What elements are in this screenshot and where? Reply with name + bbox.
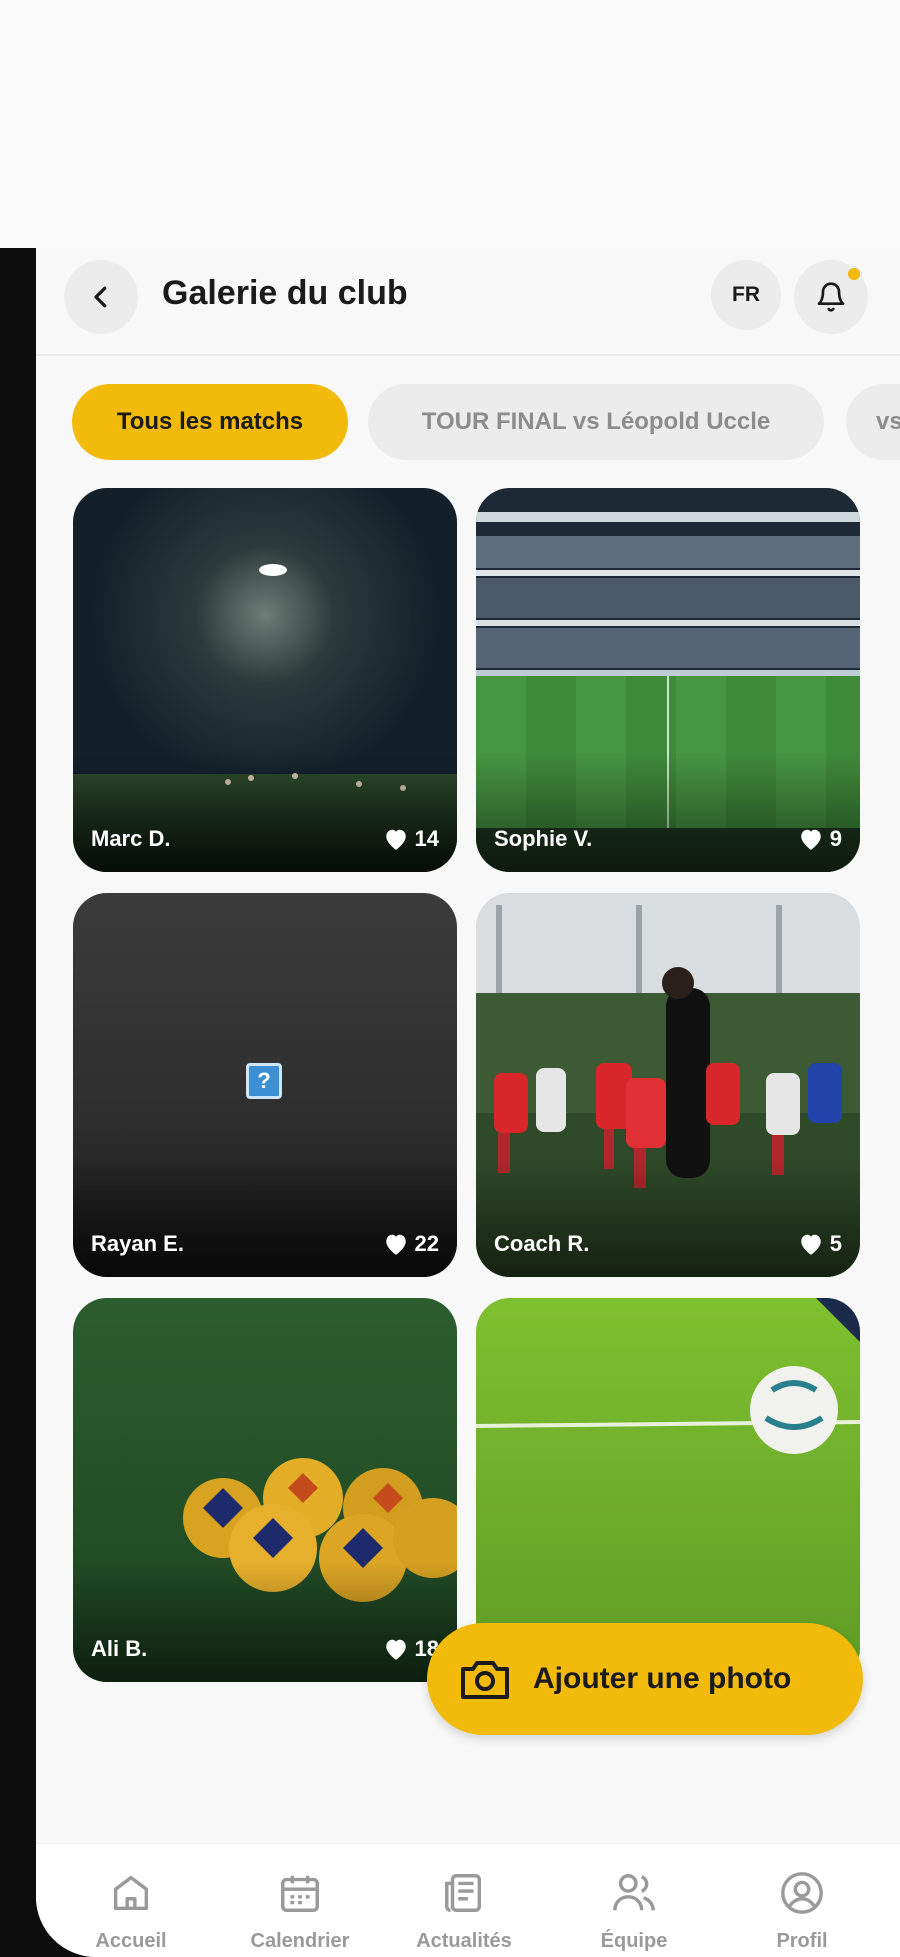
back-button[interactable] [64,260,138,334]
photo-likes[interactable]: 22 [383,1231,439,1257]
photo-card[interactable]: Ali B. 18 [73,1298,457,1682]
heart-icon [385,1234,406,1255]
language-label: FR [732,283,760,306]
notification-dot [846,266,862,282]
heart-icon [385,1639,406,1660]
home-icon [113,1875,149,1911]
filter-chip-all[interactable]: Tous les matchs [72,384,348,460]
notifications-button[interactable] [794,260,868,334]
photo-card[interactable]: Sophie V. 9 [476,488,860,872]
photo-author: Coach R. [494,1231,590,1256]
nav-label: Équipe [600,1930,668,1952]
photo-shade [476,752,860,872]
phone-screen: Galerie du club FR Tous les matchs TOUR … [36,248,900,1957]
heart-icon [801,829,821,850]
photo-likes[interactable]: 5 [798,1231,842,1257]
chevron-left-icon [94,286,107,308]
photo-author: Rayan E. [91,1231,184,1256]
calendar-icon [281,1875,319,1912]
users-icon [613,1874,655,1911]
nav-label: Accueil [95,1930,167,1952]
app-header: Galerie du club FR [36,248,900,356]
likes-count: 5 [829,1231,842,1256]
filter-chip-vs[interactable]: vs [846,384,900,460]
photo-likes[interactable]: 9 [798,826,842,852]
user-circle-icon [781,1872,823,1914]
nav-item-calendrier[interactable]: Calendrier [220,1870,380,1953]
nav-label: Actualités [416,1930,512,1952]
filter-chips: Tous les matchs TOUR FINAL vs Léopold Uc… [72,384,900,460]
photo-likes[interactable]: 14 [383,826,439,852]
photo-author: Ali B. [91,1636,148,1661]
nav-item-accueil[interactable]: Accueil [51,1870,211,1953]
filter-chip-tour-final[interactable]: TOUR FINAL vs Léopold Uccle [368,384,824,460]
nav-item-profil[interactable]: Profil [722,1870,882,1953]
nav-item-equipe[interactable]: Équipe [554,1870,714,1953]
bottom-navigation: Accueil Calendrier Actualités Équipe Pro… [36,1843,900,1957]
likes-count: 14 [414,826,439,851]
photo-shade [73,1562,457,1682]
nav-item-actualites[interactable]: Actualités [384,1870,544,1953]
likes-count: 22 [414,1231,439,1256]
photo-shade [73,752,457,872]
camera-icon [461,1661,509,1699]
nav-label: Profil [776,1930,828,1952]
heart-icon [801,1234,821,1255]
top-blank-area [0,0,900,248]
add-photo-label: Ajouter une photo [533,1662,792,1695]
likes-count: 9 [829,826,842,851]
photo-card[interactable]: Marc D. 14 [73,488,457,872]
nav-label: Calendrier [250,1930,350,1952]
heart-icon [385,829,406,850]
photo-shade [476,1157,860,1277]
page-title: Galerie du club [162,274,408,312]
bell-icon [817,282,845,312]
add-photo-button[interactable]: Ajouter une photo [427,1623,863,1735]
newspaper-icon [445,1874,482,1912]
photo-card[interactable]: Coach R. 5 [476,893,860,1277]
photo-shade [73,1157,457,1277]
photo-author: Marc D. [91,826,171,851]
broken-image-icon: ? [246,1063,282,1099]
language-button[interactable]: FR [711,260,781,330]
photo-card[interactable]: ? Rayan E. 22 [73,893,457,1277]
photo-author: Sophie V. [494,826,593,851]
